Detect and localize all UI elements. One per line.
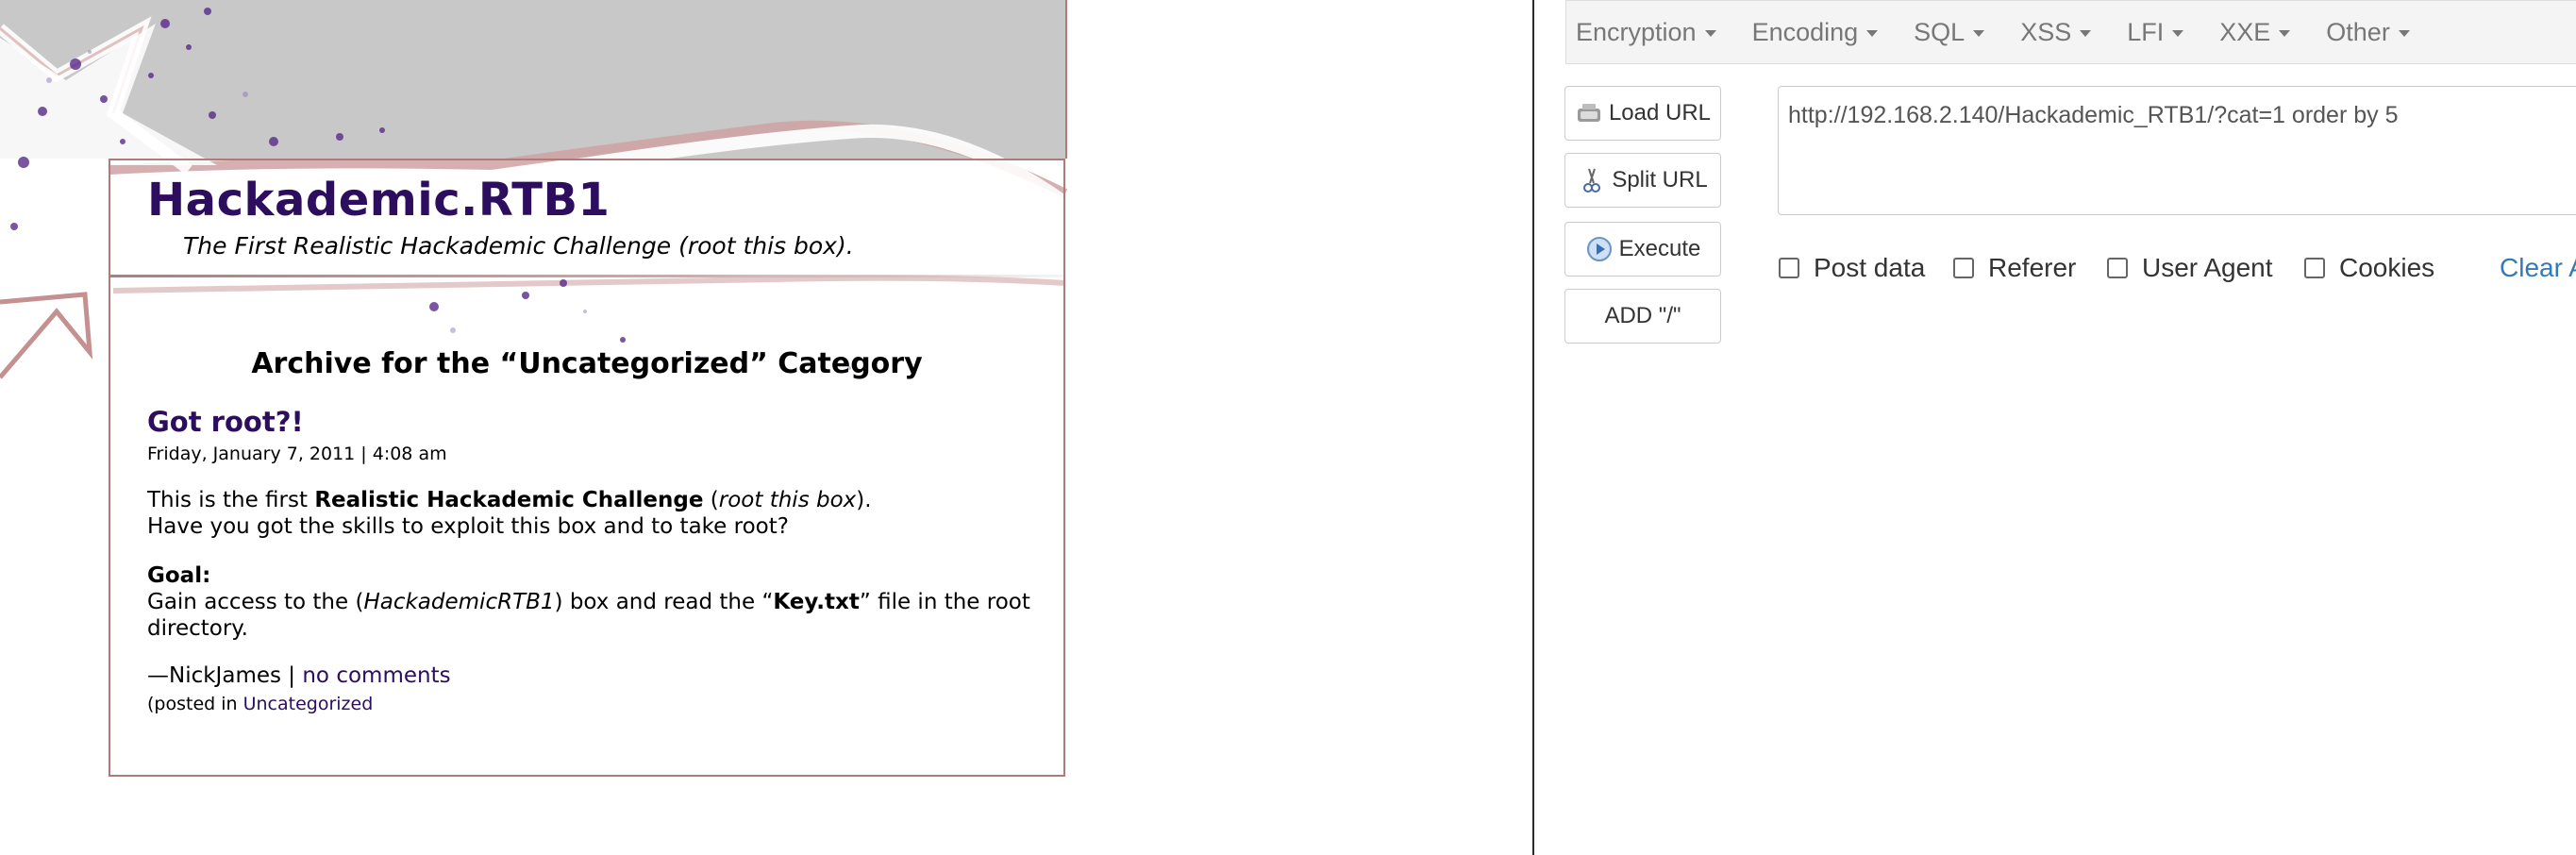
goal-label: Goal:	[147, 563, 211, 588]
caret-down-icon	[1973, 30, 1985, 37]
post-data-checkbox[interactable]: Post data	[1779, 253, 1925, 283]
menu-encoding[interactable]: Encoding	[1752, 18, 1879, 47]
bold-text: Key.txt	[773, 590, 860, 614]
clear-all-link[interactable]: Clear All	[2500, 253, 2576, 283]
cookies-label: Cookies	[2339, 253, 2435, 282]
execute-button[interactable]: Execute	[1564, 222, 1721, 277]
checkbox-box[interactable]	[1953, 258, 1974, 278]
post-title-link[interactable]: Got root?!	[147, 406, 304, 438]
load-url-label: Load URL	[1608, 100, 1712, 126]
menu-label: XXE	[2219, 17, 2271, 46]
caret-down-icon	[2080, 30, 2092, 37]
load-url-icon	[1577, 104, 1600, 122]
goal-paragraph: Goal: Gain access to the (HackademicRTB1)…	[147, 562, 1034, 642]
menu-label: SQL	[1914, 17, 1965, 46]
post-paragraph: This is the first Realistic Hackademic C…	[147, 487, 1034, 540]
post-category: (posted in Uncategorized	[147, 694, 373, 714]
bold-text: Realistic Hackademic Challenge	[314, 488, 704, 512]
menu-label: Encoding	[1751, 17, 1859, 46]
user-agent-checkbox[interactable]: User Agent	[2107, 253, 2273, 283]
text: ) box and read the “	[554, 590, 774, 614]
checkbox-box[interactable]	[2304, 258, 2325, 278]
hackbar-panel: Encryption Encoding SQL XSS LFI XXE Othe…	[1534, 0, 2576, 855]
menu-xxe[interactable]: XXE	[2219, 17, 2291, 47]
text: ).	[856, 488, 872, 512]
header-divider	[110, 275, 1063, 277]
post-footer: —NickJames | no comments	[147, 663, 451, 688]
caret-down-icon	[2279, 30, 2291, 37]
checkbox-box[interactable]	[1779, 258, 1799, 278]
site-title[interactable]: Hackademic.RTB1	[147, 174, 610, 226]
play-icon	[1586, 237, 1612, 261]
comments-link[interactable]: no comments	[302, 663, 450, 688]
user-agent-label: User Agent	[2142, 253, 2273, 282]
menu-lfi[interactable]: LFI	[2127, 17, 2184, 47]
site-tagline: The First Realistic Hackademic Challenge…	[183, 232, 854, 260]
menu-encryption[interactable]: Encryption	[1576, 18, 1716, 47]
menu-label: XSS	[2020, 17, 2072, 46]
category-link[interactable]: Uncategorized	[243, 694, 374, 714]
italic-text: HackademicRTB1	[363, 590, 555, 614]
scissors-icon	[1583, 168, 1601, 193]
caret-down-icon	[1704, 30, 1716, 37]
menu-label: Encryption	[1576, 17, 1697, 46]
referer-checkbox[interactable]: Referer	[1953, 253, 2076, 283]
cookies-checkbox[interactable]: Cookies	[2304, 253, 2434, 283]
archive-heading: Archive for the “Uncategorized” Category	[251, 347, 923, 380]
posted-in-label: (posted in	[147, 694, 243, 714]
menu-label: LFI	[2127, 17, 2165, 46]
checkbox-box[interactable]	[2107, 258, 2128, 278]
menu-label: Other	[2326, 17, 2390, 46]
execute-label: Execute	[1618, 236, 1701, 261]
menu-other[interactable]: Other	[2326, 18, 2410, 47]
italic-text: root this box	[718, 488, 857, 512]
split-url-label: Split URL	[1612, 167, 1708, 193]
load-url-button[interactable]: Load URL	[1564, 86, 1721, 141]
post-data-label: Post data	[1814, 253, 1926, 282]
post-date: Friday, January 7, 2011 | 4:08 am	[147, 444, 447, 464]
text: This is the first	[147, 488, 315, 512]
caret-down-icon	[2398, 30, 2410, 37]
blog-page: Hackademic.RTB1 The First Realistic Hack…	[0, 0, 1534, 855]
frame-edge	[1065, 0, 1067, 159]
menu-xss[interactable]: XSS	[2020, 17, 2092, 47]
text: Have you got the skills to exploit this …	[147, 514, 789, 539]
text: (	[703, 488, 719, 512]
text: Gain access to the (	[147, 590, 364, 614]
url-input[interactable]	[1778, 86, 2576, 215]
header-background	[0, 0, 1067, 159]
add-slash-label: ADD "/"	[1604, 303, 1681, 328]
caret-down-icon	[2172, 30, 2184, 37]
post-author: —NickJames |	[147, 663, 303, 688]
split-url-button[interactable]: Split URL	[1564, 153, 1721, 208]
menu-sql[interactable]: SQL	[1914, 17, 1985, 47]
add-slash-button[interactable]: ADD "/"	[1564, 289, 1721, 344]
hackbar-menu-bar: Encryption Encoding SQL XSS LFI XXE Othe…	[1565, 0, 2576, 64]
referer-label: Referer	[1988, 253, 2077, 282]
caret-down-icon	[1866, 30, 1879, 37]
